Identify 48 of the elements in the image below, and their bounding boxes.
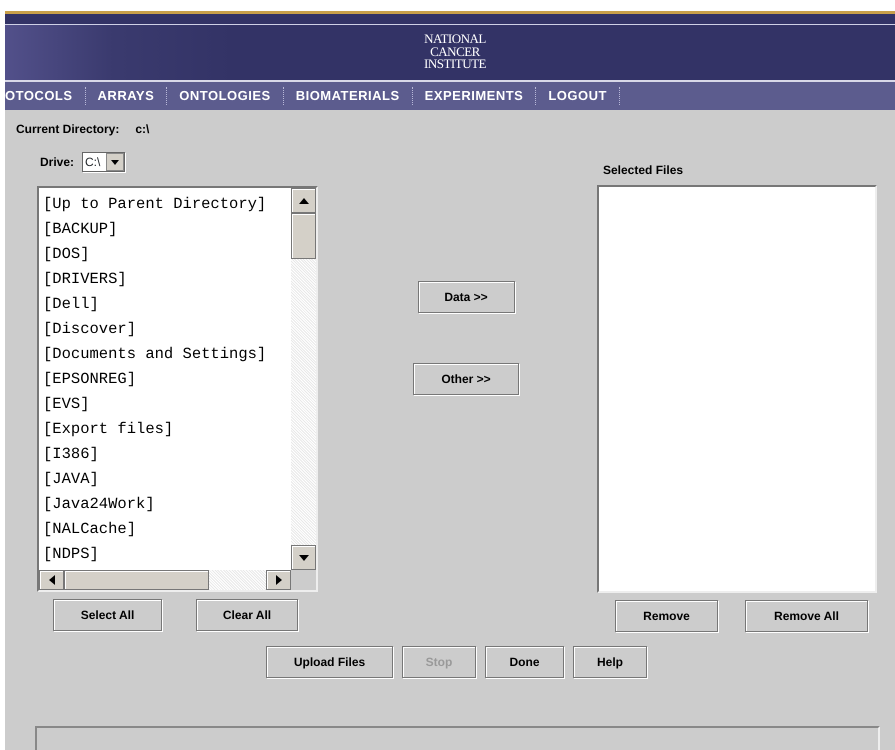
done-button[interactable]: Done [485, 646, 564, 678]
scroll-down-button[interactable] [291, 545, 316, 570]
scroll-right-button[interactable] [266, 570, 291, 590]
scrollbar-corner [291, 570, 316, 590]
right-arrow-icon [276, 575, 282, 585]
file-list-item[interactable]: [JAVA] [43, 467, 291, 492]
scrollbar-thumb[interactable] [64, 570, 209, 590]
up-arrow-icon [298, 198, 308, 204]
file-list-item[interactable]: [NDPS] [43, 542, 291, 567]
nav-link[interactable]: ONTOLOGIES [167, 87, 284, 105]
scroll-up-button[interactable] [291, 188, 316, 213]
nav-link[interactable]: LOGOUT [536, 87, 620, 105]
upload-files-button[interactable]: Upload Files [266, 646, 393, 678]
file-list-item[interactable]: [NALCache] [43, 517, 291, 542]
help-button[interactable]: Help [573, 646, 647, 678]
nav-link[interactable]: OTOCOLS [5, 87, 86, 105]
dropdown-arrow-icon [111, 160, 120, 164]
file-list-item[interactable]: [Documents and Settings] [43, 342, 291, 367]
drive-dropdown[interactable]: C:\ [82, 152, 126, 172]
file-list-item[interactable]: [Java24Work] [43, 492, 291, 517]
data-add-button[interactable]: Data >> [418, 281, 514, 313]
file-list-item[interactable]: [BACKUP] [43, 217, 291, 242]
nav-link[interactable]: BIOMATERIALS [284, 87, 413, 105]
remove-all-button[interactable]: Remove All [745, 600, 868, 632]
current-directory-label: Current Directory: [16, 121, 120, 138]
file-list-item[interactable]: [EVS] [43, 392, 291, 417]
nav-link[interactable]: EXPERIMENTS [412, 87, 536, 105]
select-all-button[interactable]: Select All [53, 599, 162, 631]
file-list-item[interactable]: [Up to Parent Directory] [43, 192, 291, 217]
file-list-item[interactable]: [DOS] [43, 242, 291, 267]
clear-all-button[interactable]: Clear All [196, 599, 298, 631]
file-list-item[interactable]: [DRIVERS] [43, 267, 291, 292]
scrollbar-thumb[interactable] [291, 213, 316, 259]
other-add-button[interactable]: Other >> [413, 363, 519, 395]
file-list-item[interactable]: [I386] [43, 442, 291, 467]
scroll-left-button[interactable] [39, 570, 64, 590]
file-list-item[interactable]: [EPSONREG] [43, 367, 291, 392]
selected-files-label: Selected Files [602, 162, 684, 179]
file-list-item[interactable]: [Export files] [43, 417, 291, 442]
left-arrow-icon [48, 575, 54, 585]
file-list-item[interactable]: [Discover] [43, 317, 291, 342]
file-list-item[interactable]: [Dell] [43, 292, 291, 317]
nav-link[interactable]: ARRAYS [86, 87, 168, 105]
down-arrow-icon [298, 554, 308, 560]
remove-button[interactable]: Remove [615, 600, 718, 632]
institute-logo: NATIONAL CANCER INSTITUTE [424, 33, 486, 71]
current-directory-path: c:\ [135, 121, 150, 138]
drive-label: Drive: [40, 154, 74, 171]
